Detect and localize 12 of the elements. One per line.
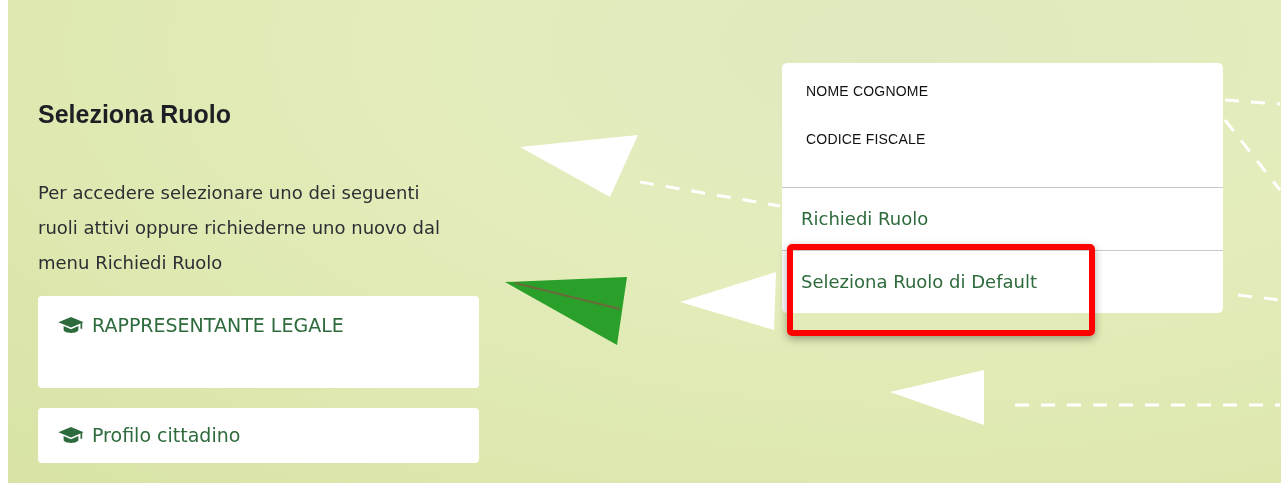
role-card[interactable]: RAPPRESENTANTE LEGALE — [38, 296, 479, 388]
role-label: RAPPRESENTANTE LEGALE — [92, 314, 344, 336]
role-label: Profilo cittadino — [92, 424, 241, 447]
graduation-cap-icon — [58, 425, 84, 445]
role-card[interactable]: Profilo cittadino — [38, 407, 479, 463]
user-name: NOME COGNOME — [806, 83, 930, 99]
instructions-text: Per accedere selezionare uno dei seguenti ruoli attivi oppure richiederne uno nuovo dal menu Richiedi Ruolo — [38, 181, 441, 275]
page-title: Seleziona Ruolo — [38, 100, 233, 129]
menu-item[interactable]: Seleziona Ruolo di Default — [801, 270, 1037, 294]
graduation-cap-icon — [58, 316, 84, 335]
tax-code: CODICE FISCALE — [806, 131, 927, 147]
menu-item[interactable]: Richiedi Ruolo — [801, 207, 929, 231]
